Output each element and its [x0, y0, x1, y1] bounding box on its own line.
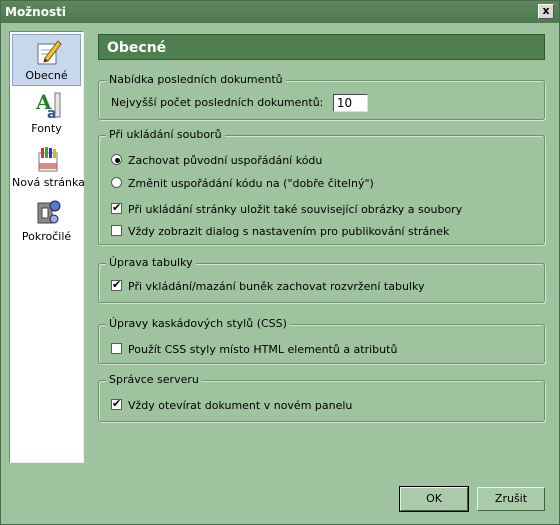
ok-button[interactable]: OK: [399, 486, 469, 512]
recent-max-input[interactable]: 10: [332, 94, 368, 112]
radio-change-formatting[interactable]: Změnit uspořádání kódu na ("dobře čiteln…: [111, 177, 374, 190]
sidebar-item-obecne[interactable]: Obecné: [12, 34, 81, 86]
font-icon: A a: [35, 91, 61, 119]
saving-group: Při ukládání souborů Zachovat původní us…: [98, 128, 545, 245]
radio-button-selected[interactable]: [111, 154, 122, 165]
advanced-icon: [37, 200, 61, 224]
radio-keep-formatting[interactable]: Zachovat původní uspořádání kódu: [111, 154, 322, 167]
title-bar: Možnosti x: [1, 1, 559, 23]
checkbox-show-publish-dialog[interactable]: Vždy zobrazit dialog s nastavením pro pu…: [111, 225, 449, 238]
category-sidebar: Obecné A a Fonty Nová stránka Pokročilé: [9, 31, 85, 463]
sidebar-item-pokrocile[interactable]: Pokročilé: [12, 196, 81, 248]
checkbox-checked[interactable]: [111, 278, 122, 291]
pencil-paper-icon: [37, 40, 62, 65]
sidebar-item-label: Pokročilé: [21, 230, 72, 243]
checkbox-label: Vždy otevírat dokument v novém panelu: [128, 399, 353, 412]
cancel-button[interactable]: Zrušit: [477, 487, 545, 511]
sidebar-item-label: Nová stránka: [12, 176, 85, 189]
sidebar-item-label: Fonty: [31, 122, 62, 135]
window-title: Možnosti: [5, 5, 66, 19]
options-dialog: Možnosti x Obecné A a Fonty Nová stránka…: [0, 0, 560, 525]
close-icon: x: [542, 4, 550, 17]
checkbox-use-css[interactable]: Použít CSS styly místo HTML elementů a a…: [111, 343, 397, 356]
checkbox-label: Při vkládání/mazání buněk zachovat rozvr…: [128, 280, 425, 293]
sidebar-item-fonty[interactable]: A a Fonty: [12, 88, 81, 140]
radio-button[interactable]: [111, 177, 122, 188]
checkbox-checked[interactable]: [111, 397, 122, 410]
radio-label: Změnit uspořádání kódu na ("dobře čiteln…: [128, 177, 374, 190]
checkbox-save-related[interactable]: Při ukládání stránky uložit také souvise…: [111, 201, 463, 216]
group-title: Nabídka posledních dokumentů: [106, 73, 286, 86]
group-title: Správce serveru: [106, 373, 202, 386]
close-button[interactable]: x: [538, 4, 554, 19]
page-title: Obecné: [98, 34, 545, 60]
checkbox[interactable]: [111, 225, 122, 236]
css-group: Úpravy kaskádových stylů (CSS) Použít CS…: [98, 317, 545, 364]
sidebar-item-label: Obecné: [25, 69, 68, 82]
recent-documents-group: Nabídka posledních dokumentů Nejvyšší po…: [98, 73, 545, 120]
group-title: Úprava tabulky: [106, 256, 196, 269]
checkbox-open-new-panel[interactable]: Vždy otevírat dokument v novém panelu: [111, 397, 353, 412]
group-title: Úpravy kaskádových stylů (CSS): [106, 317, 290, 330]
group-title: Při ukládání souborů: [106, 128, 225, 141]
table-editing-group: Úprava tabulky Při vkládání/mazání buněk…: [98, 256, 545, 303]
server-manager-group: Správce serveru Vždy otevírat dokument v…: [98, 373, 545, 422]
checkbox-keep-table-layout[interactable]: Při vkládání/mazání buněk zachovat rozvr…: [111, 278, 425, 293]
recent-max-row: Nejvyšší počet posledních dokumentů: 10: [111, 94, 368, 112]
checkbox[interactable]: [111, 343, 122, 354]
radio-label: Zachovat původní uspořádání kódu: [128, 154, 323, 167]
new-page-icon: [38, 147, 58, 172]
checkbox-label: Použít CSS styly místo HTML elementů a a…: [128, 343, 398, 356]
checkbox-label: Vždy zobrazit dialog s nastavením pro pu…: [128, 225, 450, 238]
recent-max-label: Nejvyšší počet posledních dokumentů:: [111, 96, 324, 109]
sidebar-item-nova-stranka[interactable]: Nová stránka: [12, 142, 85, 194]
checkbox-label: Při ukládání stránky uložit také souvise…: [128, 203, 463, 216]
checkbox-checked[interactable]: [111, 201, 122, 214]
